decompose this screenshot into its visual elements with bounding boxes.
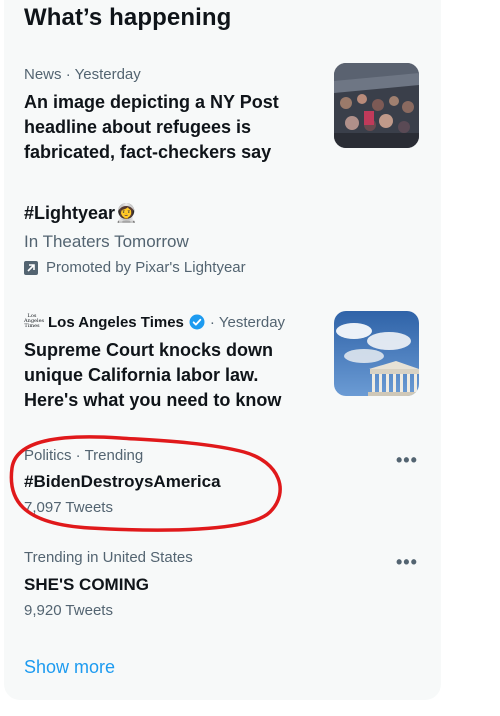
verified-badge-icon [189,314,205,330]
meta-separator: · [65,66,71,83]
promoted-subtitle: In Theaters Tomorrow [24,232,189,251]
headline-line: fabricated, fact-checkers say [24,142,272,162]
news-headline: An image depicting a NY Post headline ab… [24,90,279,165]
la-times-logo-icon: Los Angeles Times [24,313,45,329]
promoted-hashtag: #Lightyear👩‍🚀 [24,201,137,226]
trend-name: SHE'S COMING [24,575,149,594]
news-time: Yesterday [218,313,286,331]
show-more-link[interactable]: Show more [24,657,115,678]
promoted-label: Promoted by Pixar's Lightyear [24,259,246,276]
news-source: Los Angeles Times Los Angeles Times · Ye… [24,313,285,331]
headline-line: headline about refugees is [24,117,252,137]
news-headline: Supreme Court knocks down unique Califor… [24,338,281,413]
meta-separator: · [209,313,215,331]
headline-line: Supreme Court knocks down [24,340,274,360]
red-circle-annotation [9,435,282,532]
headline-line: An image depicting a NY Post [24,92,279,112]
more-options-icon[interactable]: ••• [396,552,418,573]
news-time: Yesterday [74,66,141,83]
news-category: News [24,66,62,83]
trend-context: Trending in United States [24,549,193,566]
hashtag-text: #Lightyear [24,203,116,223]
news-thumbnail-image[interactable] [334,63,419,148]
trend-tweet-count: 9,920 Tweets [24,602,113,619]
section-title: What’s happening [24,4,232,31]
source-name: Los Angeles Times [48,313,184,331]
astronaut-emoji-icon: 👩‍🚀 [115,203,138,223]
promoted-text: Promoted by Pixar's Lightyear [46,259,246,276]
headline-line: Here's what you need to know [24,390,282,410]
news-thumbnail-image[interactable] [334,311,419,396]
more-options-icon[interactable]: ••• [396,450,418,471]
promoted-arrow-icon [24,260,38,275]
headline-line: unique California labor law. [24,365,259,385]
news-meta: News · Yesterday [24,66,141,83]
